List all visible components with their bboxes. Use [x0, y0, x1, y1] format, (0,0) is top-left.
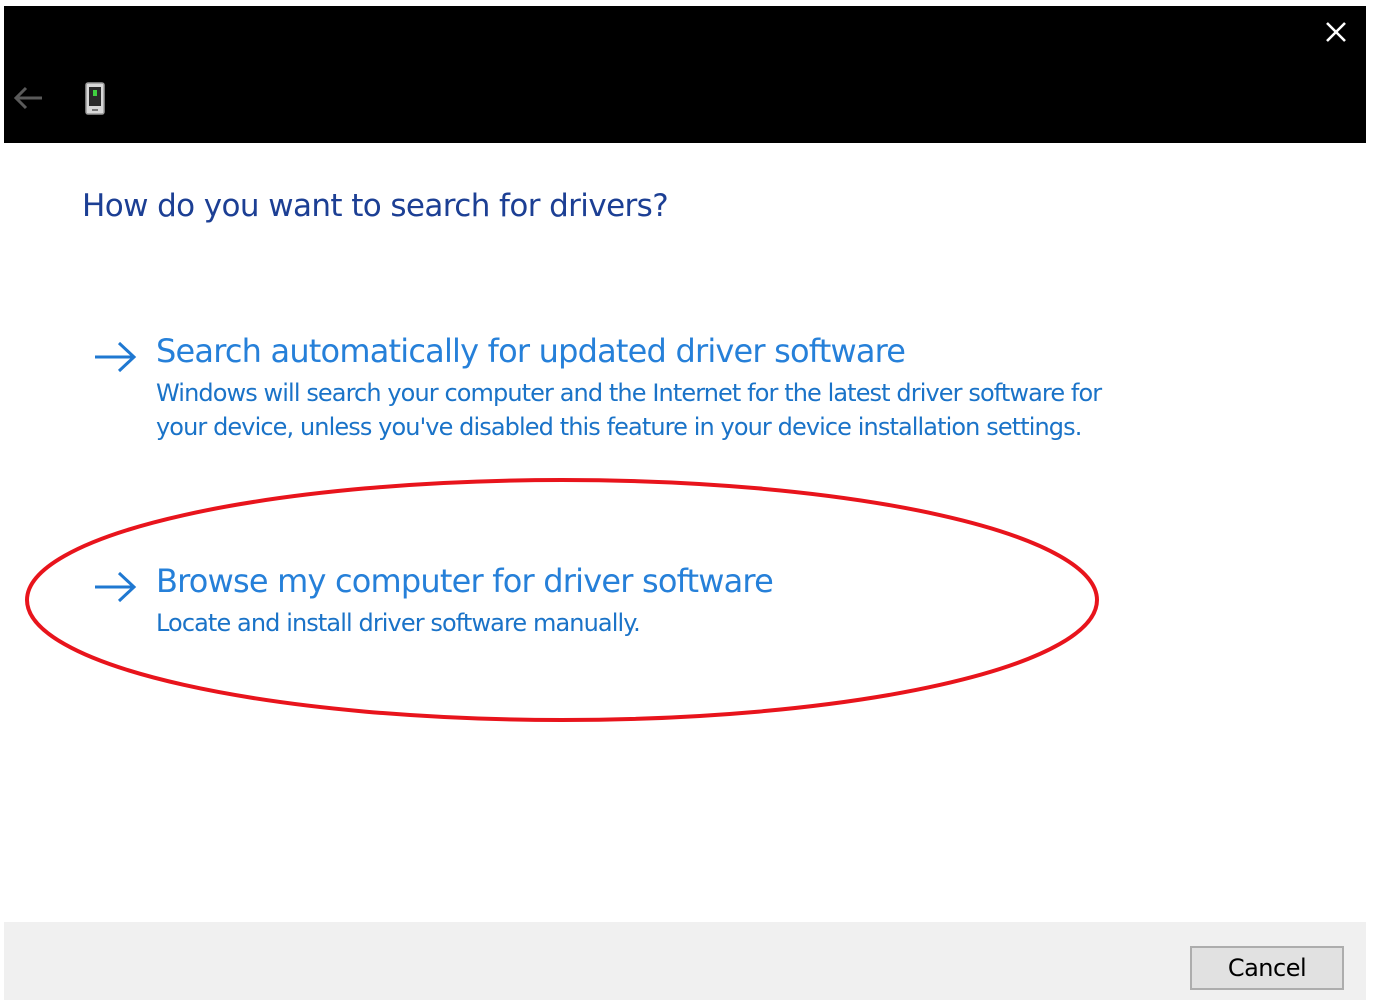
- cancel-button[interactable]: Cancel: [1190, 946, 1344, 990]
- arrow-right-icon: [95, 571, 137, 603]
- search-automatically-option[interactable]: Search automatically for updated driver …: [92, 332, 1142, 482]
- option-title: Search automatically for updated driver …: [156, 332, 906, 370]
- close-button[interactable]: [1318, 14, 1354, 50]
- back-button[interactable]: [12, 84, 44, 112]
- option-title: Browse my computer for driver software: [156, 562, 774, 600]
- option-description: Locate and install driver software manua…: [156, 609, 641, 637]
- back-arrow-icon: [13, 86, 42, 110]
- dialog-footer: Cancel: [4, 922, 1366, 1000]
- browse-computer-option[interactable]: Browse my computer for driver software L…: [92, 562, 1142, 642]
- option-description: Windows will search your computer and th…: [156, 379, 1102, 441]
- close-icon: [1326, 22, 1346, 42]
- device-icon: [84, 82, 106, 116]
- title-bar: [4, 6, 1366, 143]
- arrow-right-icon: [95, 341, 137, 373]
- update-drivers-dialog: How do you want to search for drivers? S…: [4, 6, 1366, 1000]
- page-title: How do you want to search for drivers?: [82, 188, 669, 224]
